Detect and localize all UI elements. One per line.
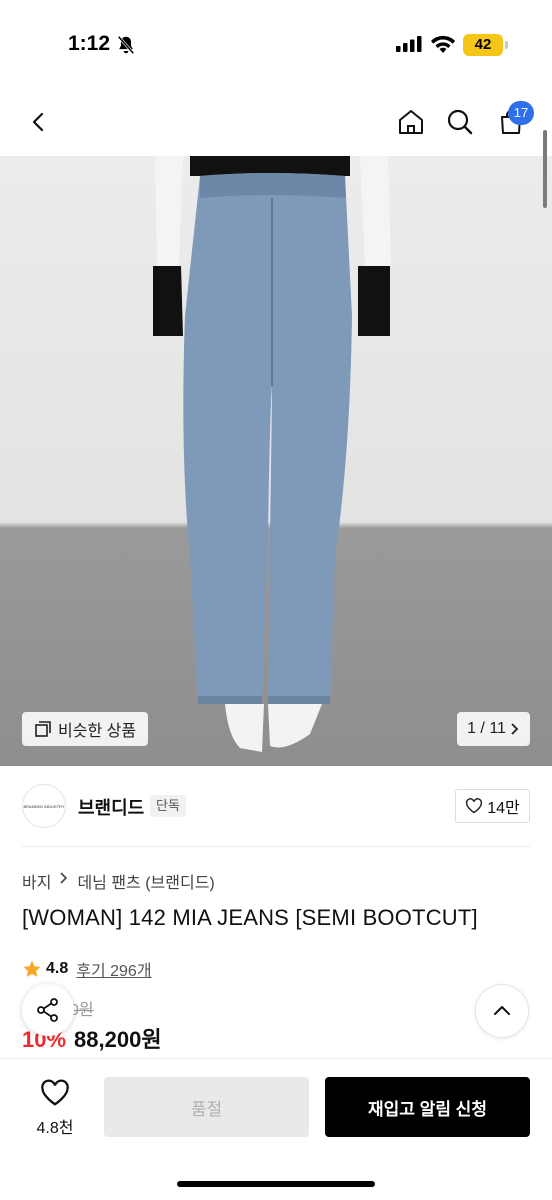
brand-logo-text: BRANDED INDUSTRY	[23, 803, 65, 809]
battery-indicator: 42	[463, 34, 503, 56]
status-bar: 1:12 42	[0, 0, 552, 90]
divider	[22, 846, 530, 847]
bottom-action-bar: 4.8천 품절 재입고 알림 신청	[0, 1058, 552, 1200]
breadcrumb-category[interactable]: 바지	[22, 869, 51, 893]
review-count-link[interactable]: 후기 296개	[76, 957, 151, 981]
similar-products-button[interactable]: 비슷한 상품	[22, 712, 149, 746]
cart-count-badge: 17	[508, 101, 534, 125]
home-indicator[interactable]	[177, 1181, 375, 1187]
star-icon	[23, 960, 41, 977]
search-icon	[447, 109, 473, 135]
chevron-left-icon	[32, 112, 44, 132]
brand-row: BRANDED INDUSTRY 브랜디드 단독 14만	[22, 784, 530, 828]
cellular-signal-icon	[396, 36, 422, 52]
heart-icon	[466, 798, 483, 814]
rating-score: 4.8	[46, 960, 69, 977]
bell-muted-icon	[117, 35, 135, 55]
sold-out-button: 품절	[104, 1077, 309, 1137]
brand-name[interactable]: 브랜디드	[78, 794, 144, 820]
chevron-right-icon	[60, 872, 68, 884]
brand-like-count: 14만	[487, 800, 520, 817]
heart-icon	[41, 1079, 69, 1106]
exclusive-badge: 단독	[150, 795, 186, 817]
product-photo-jeans	[153, 156, 391, 752]
wifi-icon	[431, 35, 455, 53]
product-image[interactable]	[0, 156, 552, 766]
breadcrumb-subcategory[interactable]: 데님 팬츠 (브랜디드)	[77, 869, 214, 893]
chevron-right-icon	[511, 723, 519, 735]
brand-logo[interactable]: BRANDED INDUSTRY	[22, 784, 66, 828]
home-icon	[399, 110, 423, 134]
scroll-to-top-button[interactable]	[475, 984, 529, 1038]
page-indicator-text: 1 / 11	[467, 720, 506, 737]
home-button[interactable]	[389, 100, 433, 144]
brand-like-button[interactable]: 14만	[455, 789, 530, 823]
breadcrumb: 바지 데님 팬츠 (브랜디드)	[22, 869, 215, 893]
copy-icon	[35, 721, 51, 737]
wishlist-count: 4.8천	[36, 1120, 74, 1137]
back-button[interactable]	[17, 100, 61, 144]
status-time: 1:12	[68, 32, 111, 55]
battery-tip	[505, 41, 508, 49]
search-button[interactable]	[438, 100, 482, 144]
share-icon	[37, 998, 58, 1022]
sale-price: 88,200원	[74, 1027, 162, 1052]
product-title: [WOMAN] 142 MIA JEANS [SEMI BOOTCUT]	[22, 905, 478, 930]
scrollbar[interactable]	[543, 130, 547, 208]
chevron-up-icon	[494, 1006, 510, 1015]
top-nav	[0, 90, 552, 156]
image-page-indicator[interactable]: 1 / 11	[457, 712, 530, 746]
share-button[interactable]	[22, 984, 74, 1036]
similar-products-label: 비슷한 상품	[58, 723, 137, 740]
restock-alert-button[interactable]: 재입고 알림 신청	[325, 1077, 530, 1137]
rating-row: 4.8 후기 296개	[22, 957, 152, 981]
wishlist-button[interactable]: 4.8천	[26, 1079, 84, 1138]
